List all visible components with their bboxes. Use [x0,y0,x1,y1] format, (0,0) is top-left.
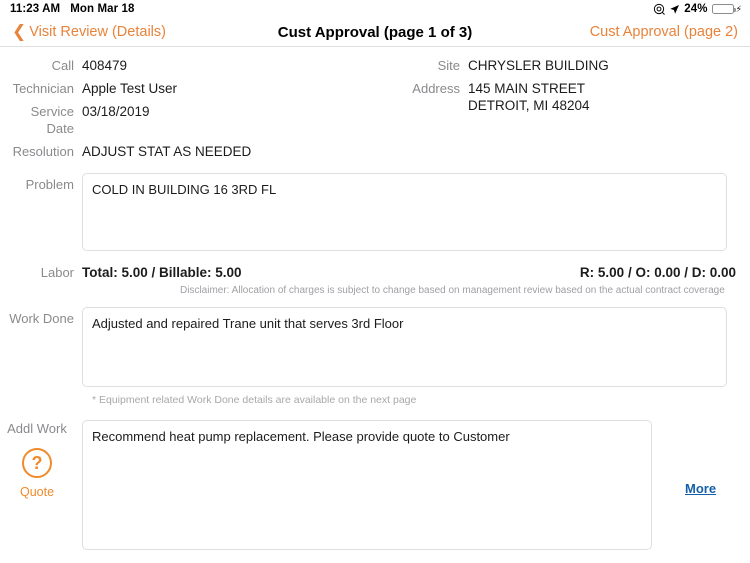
field-resolution-label: Resolution [12,144,74,159]
problem-label: Problem [25,177,74,192]
addl-work-side-panel: Addl Work ? Quote [0,420,82,499]
problem-textarea[interactable]: COLD IN BUILDING 16 3RD FL [82,173,727,251]
field-resolution: Resolution ADJUST STAT AS NEEDED [0,143,380,160]
field-address: Address 145 MAIN STREET DETROIT, MI 4820… [380,80,750,114]
field-service-date-value: 03/18/2019 [82,104,150,119]
labor-row: Labor Total: 5.00 / Billable: 5.00 R: 5.… [0,264,750,281]
field-address-label: Address [412,81,460,96]
form-content: Call 408479 Technician Apple Test User S… [0,47,750,550]
status-time: 11:23 AM [10,3,61,15]
navigation-bar: ❮ Visit Review (Details) Cust Approval (… [0,18,750,47]
labor-label: Labor [40,265,74,280]
status-bar-right: 24% ⚡ [653,3,742,15]
field-site: Site CHRYSLER BUILDING [380,57,750,74]
next-page-button[interactable]: Cust Approval (page 2) [590,24,738,40]
field-call-label: Call [51,58,74,73]
header-info-right-column: Site CHRYSLER BUILDING Address 145 MAIN … [380,57,750,166]
field-resolution-value: ADJUST STAT AS NEEDED [82,144,252,159]
back-button-label: Visit Review (Details) [29,24,166,40]
chevron-left-icon: ❮ [12,22,27,41]
addl-work-label: Addl Work [7,421,67,436]
field-technician-value: Apple Test User [82,81,178,96]
battery-icon: ⚡ [711,3,742,15]
status-bar-left: 11:23 AM Mon Mar 18 [10,3,135,15]
field-site-value: CHRYSLER BUILDING [468,58,609,73]
field-address-value: 145 MAIN STREET DETROIT, MI 48204 [468,80,590,114]
quote-button-label[interactable]: Quote [20,485,54,499]
addl-work-textarea[interactable]: Recommend heat pump replacement. Please … [82,420,652,550]
header-info-left-column: Call 408479 Technician Apple Test User S… [0,57,380,166]
field-technician-label: Technician [12,81,74,96]
field-site-label: Site [437,58,460,73]
work-done-label: Work Done [9,311,74,326]
address-line-1: 145 MAIN STREET [468,81,586,96]
charging-bolt-icon: ⚡ [735,3,742,14]
work-done-row: Work Done Adjusted and repaired Trane un… [0,307,750,387]
work-done-note: * Equipment related Work Done details ar… [92,394,417,406]
addl-work-row: Addl Work ? Quote Recommend heat pump re… [0,420,750,550]
address-line-2: DETROIT, MI 48204 [468,98,590,113]
header-info-grid: Call 408479 Technician Apple Test User S… [0,47,750,166]
battery-percent-label: 24% [684,3,708,15]
work-done-textarea[interactable]: Adjusted and repaired Trane unit that se… [82,307,727,387]
question-mark-circle-icon[interactable]: ? [22,448,52,478]
status-bar: 11:23 AM Mon Mar 18 24% ⚡ [0,0,750,18]
labor-totals-value: Total: 5.00 / Billable: 5.00 [82,265,242,280]
field-call: Call 408479 [0,57,380,74]
labor-breakdown-value: R: 5.00 / O: 0.00 / D: 0.00 [579,265,736,280]
labor-disclaimer: Disclaimer: Allocation of charges is sub… [180,285,725,296]
field-service-date-label: Service Date [30,104,74,136]
location-arrow-icon [669,4,680,15]
field-service-date: Service Date 03/18/2019 [0,103,380,137]
problem-row: Problem COLD IN BUILDING 16 3RD FL [0,173,750,251]
screen-record-icon [653,3,665,15]
more-link[interactable]: More [685,481,716,496]
field-technician: Technician Apple Test User [0,80,380,97]
status-date: Mon Mar 18 [70,3,135,15]
back-button[interactable]: ❮ Visit Review (Details) [12,22,166,41]
field-call-value: 408479 [82,58,128,73]
